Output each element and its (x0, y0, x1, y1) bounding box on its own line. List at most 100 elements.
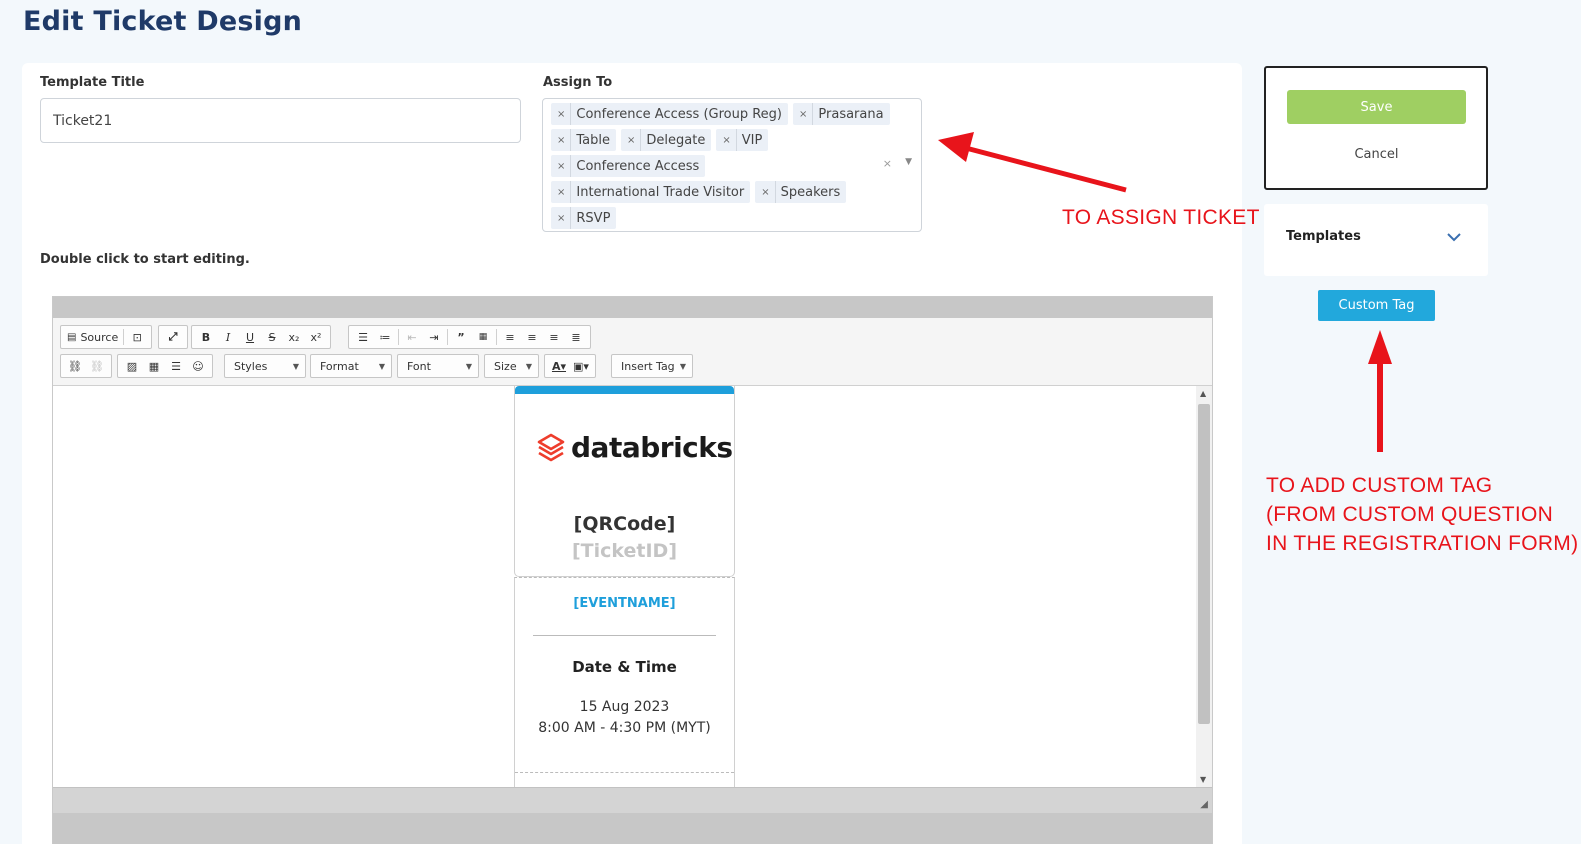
resize-handle-icon[interactable]: ◢ (1200, 799, 1208, 810)
editor-content-area[interactable]: databricks [QRCode] [TicketID] [EVENTNAM… (53, 386, 1212, 787)
remove-tag-icon[interactable]: × (716, 129, 737, 151)
assign-tag[interactable]: × Conference Access (Group Reg) (551, 103, 788, 125)
cancel-button[interactable]: Cancel (1287, 142, 1466, 166)
link-icon[interactable]: ⛓ (64, 356, 86, 376)
numbered-list-icon[interactable]: ☰ (352, 327, 374, 347)
clear-all-icon[interactable]: × (883, 157, 892, 170)
editor-toolbar: ▤ Source ⊡ ⤢ B I U S x₂ x² ☰ ≔ ⇤ ⇥ ” ▦ ≡ … (53, 318, 1212, 386)
databricks-logo: databricks (537, 431, 733, 464)
ticket-details-section: [EVENTNAME] Date & Time 15 Aug 2023 8:00… (514, 577, 735, 787)
assign-to-select[interactable]: × Conference Access (Group Reg) × Prasaran… (542, 98, 922, 232)
background-color-icon[interactable]: ▣▾ (570, 356, 592, 376)
indent-icon[interactable]: ⇥ (423, 327, 445, 347)
assign-to-label: Assign To (543, 75, 613, 90)
styles-dropdown[interactable]: Styles ▼ (224, 354, 306, 378)
table-icon[interactable]: ▦ (143, 356, 165, 376)
remove-tag-icon[interactable]: × (621, 129, 642, 151)
remove-tag-icon[interactable]: × (551, 103, 572, 125)
event-date: 15 Aug 2023 (579, 699, 670, 715)
dropdown-arrow-icon: ▼ (525, 361, 532, 371)
format-dropdown[interactable]: Format ▼ (310, 354, 392, 378)
toolbar-group-view: ⤢ (158, 325, 188, 349)
remove-tag-icon[interactable]: × (551, 129, 572, 151)
remove-tag-icon[interactable]: × (551, 155, 572, 177)
save-button[interactable]: Save (1287, 90, 1466, 124)
justify-icon[interactable]: ≣ (565, 327, 587, 347)
assign-tag[interactable]: × VIP (716, 129, 769, 151)
toolbar-group-format: B I U S x₂ x² (191, 325, 331, 349)
assign-tag[interactable]: × Table (551, 129, 617, 151)
align-right-icon[interactable]: ≡ (543, 327, 565, 347)
template-title-label: Template Title (40, 75, 145, 90)
dropdown-arrow-icon: ▼ (465, 361, 472, 371)
custom-tag-annotation-line-3: IN THE REGISTRATION FORM) (1266, 532, 1579, 555)
image-icon[interactable]: ▨ (121, 356, 143, 376)
toolbar-group-paragraph: ☰ ≔ ⇤ ⇥ ” ▦ ≡ ≡ ≡ ≣ (348, 325, 591, 349)
italic-icon[interactable]: I (217, 327, 239, 347)
event-time: 8:00 AM - 4:30 PM (MYT) (538, 720, 711, 736)
actions-card: Save Cancel (1264, 66, 1488, 190)
custom-tag-button[interactable]: Custom Tag (1318, 290, 1435, 321)
ticket-perforation (515, 772, 734, 773)
align-center-icon[interactable]: ≡ (521, 327, 543, 347)
page-title: Edit Ticket Design (23, 6, 303, 37)
underline-icon[interactable]: U (239, 327, 261, 347)
qr-code-placeholder: [QRCode] (573, 513, 676, 535)
bulleted-list-icon[interactable]: ≔ (374, 327, 396, 347)
custom-tag-annotation-line-2: (FROM CUSTOM QUESTION (1266, 503, 1554, 526)
template-title-input[interactable] (40, 98, 521, 143)
remove-tag-icon[interactable]: × (551, 207, 572, 229)
font-dropdown[interactable]: Font ▼ (397, 354, 479, 378)
scroll-down-icon[interactable]: ▼ (1200, 775, 1206, 784)
subscript-icon[interactable]: x₂ (283, 327, 305, 347)
document-icon: ▤ (67, 331, 77, 343)
scrollbar-thumb[interactable] (1198, 404, 1210, 724)
preview-icon[interactable]: ⊡ (126, 327, 148, 347)
ticket-accent-bar (515, 386, 734, 394)
toolbar-group-links: ⛓ ⛓ (60, 354, 112, 378)
assign-tag[interactable]: × Conference Access (551, 155, 706, 177)
outdent-icon[interactable]: ⇤ (401, 327, 423, 347)
custom-tag-annotation-line-1: TO ADD CUSTOM TAG (1266, 474, 1493, 497)
dropdown-arrow-icon: ▼ (378, 361, 385, 371)
editor-top-bar (53, 297, 1212, 318)
editor-footer (53, 813, 1212, 844)
horizontal-line-icon[interactable]: ☰ (165, 356, 187, 376)
dropdown-arrow-icon: ▼ (679, 361, 686, 371)
create-div-icon[interactable]: ▦ (472, 327, 494, 347)
dropdown-arrow-icon: ▼ (292, 361, 299, 371)
assign-tag[interactable]: × Speakers (755, 181, 847, 203)
align-left-icon[interactable]: ≡ (499, 327, 521, 347)
unlink-icon[interactable]: ⛓ (86, 356, 108, 376)
remove-tag-icon[interactable]: × (755, 181, 776, 203)
smiley-icon[interactable]: ☺ (187, 356, 209, 376)
templates-label: Templates (1286, 229, 1361, 244)
ticket-divider (533, 635, 716, 636)
maximize-icon[interactable]: ⤢ (162, 327, 184, 347)
editor-status-bar: ◢ (53, 787, 1212, 813)
rich-text-editor: ▤ Source ⊡ ⤢ B I U S x₂ x² ☰ ≔ ⇤ ⇥ ” ▦ ≡ … (52, 296, 1213, 844)
assign-ticket-annotation: TO ASSIGN TICKET (1062, 206, 1260, 229)
size-dropdown[interactable]: Size ▼ (484, 354, 539, 378)
editing-hint: Double click to start editing. (40, 252, 250, 267)
assign-tag[interactable]: × Prasarana (793, 103, 890, 125)
remove-tag-icon[interactable]: × (551, 181, 572, 203)
source-button[interactable]: ▤ Source (64, 327, 121, 347)
date-time-heading: Date & Time (572, 658, 677, 676)
templates-accordion[interactable]: Templates (1264, 204, 1488, 276)
remove-tag-icon[interactable]: × (793, 103, 814, 125)
assign-tag[interactable]: × Delegate (621, 129, 712, 151)
insert-tag-dropdown[interactable]: Insert Tag ▼ (611, 354, 693, 378)
assign-tag[interactable]: × RSVP (551, 207, 617, 229)
editor-scrollbar[interactable]: ▲ ▼ (1196, 386, 1212, 787)
text-color-icon[interactable]: A▾ (548, 356, 570, 376)
bold-icon[interactable]: B (195, 327, 217, 347)
superscript-icon[interactable]: x² (305, 327, 327, 347)
blockquote-icon[interactable]: ” (450, 327, 472, 347)
dropdown-caret-icon[interactable]: ▼ (905, 157, 912, 167)
scroll-up-icon[interactable]: ▲ (1200, 389, 1206, 398)
chevron-down-icon (1447, 233, 1461, 242)
assign-tag[interactable]: × International Trade Visitor (551, 181, 751, 203)
strikethrough-icon[interactable]: S (261, 327, 283, 347)
toolbar-group-colors: A▾ ▣▾ (544, 354, 596, 378)
